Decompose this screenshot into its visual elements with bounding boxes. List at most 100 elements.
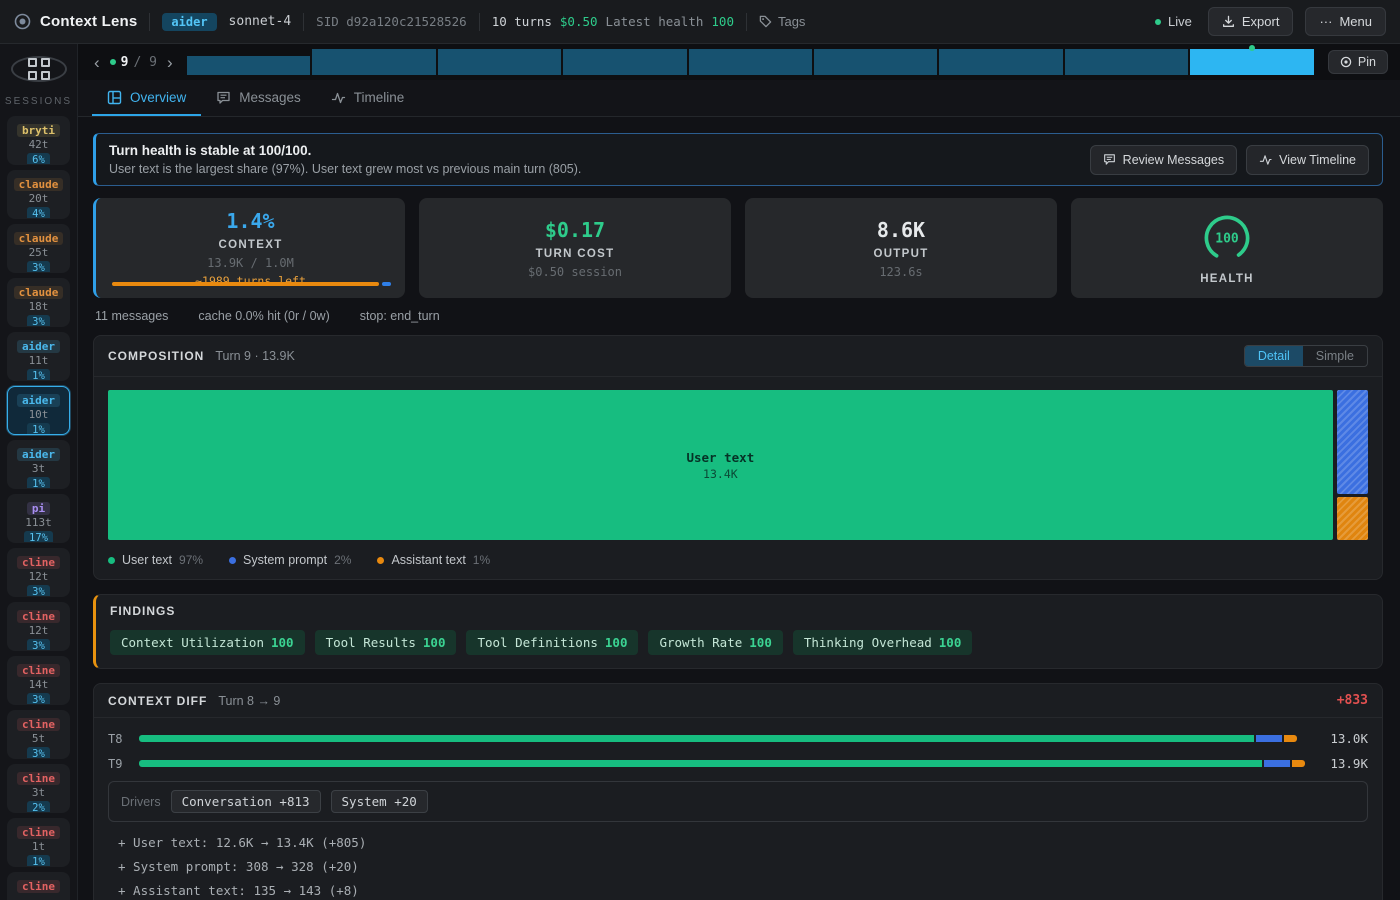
export-button[interactable]: Export: [1208, 7, 1294, 36]
session-cost-detail: $0.50 session: [528, 265, 622, 279]
divider: [303, 13, 304, 31]
diff-bar-t9: [139, 760, 1305, 767]
turn-segment[interactable]: [939, 49, 1062, 75]
turn-count: 10 turns: [492, 14, 552, 29]
session-turn-count: 12t: [8, 570, 69, 583]
session-turn-count: 10t: [8, 408, 69, 421]
live-label: Live: [1168, 14, 1192, 29]
turn-segment[interactable]: [187, 56, 310, 75]
diff-row-t8: T8 13.0K: [108, 731, 1368, 746]
pin-button[interactable]: Pin: [1328, 50, 1388, 74]
diff-seg-system: [1256, 735, 1283, 742]
legend-dot-icon: [377, 557, 384, 564]
composition-title: COMPOSITION: [108, 349, 204, 363]
tab-overview-label: Overview: [130, 90, 186, 105]
session-card[interactable]: pi 113t 17%: [7, 494, 70, 543]
session-card[interactable]: cline 14t 3%: [7, 656, 70, 705]
sessions-grid-icon[interactable]: [11, 56, 67, 82]
stat-cards: 1.4% CONTEXT 13.9K / 1.0M ~1989 turns le…: [93, 198, 1383, 298]
view-timeline-button[interactable]: View Timeline: [1246, 145, 1369, 175]
download-icon: [1222, 15, 1235, 28]
treemap-assistant-text-cell[interactable]: [1337, 497, 1368, 541]
context-pct-value: 1.4%: [226, 209, 274, 233]
composition-subtitle: Turn 9 · 13.9K: [215, 349, 294, 363]
finding-score: 100: [605, 635, 628, 650]
tab-overview[interactable]: Overview: [92, 80, 201, 116]
composition-legend: User text 97% System prompt 2%: [108, 553, 1368, 567]
latest-health-value: 100: [711, 14, 734, 29]
agent-badge: aider: [162, 13, 216, 31]
session-card[interactable]: aider 3t 1%: [7, 440, 70, 489]
turn-segment[interactable]: [438, 49, 561, 75]
finding-badge[interactable]: Growth Rate100: [648, 630, 782, 655]
diff-row-label: T8: [108, 732, 128, 746]
treemap-cell-value: 13.4K: [703, 467, 738, 481]
context-diff-panel: CONTEXT DIFF Turn 8 → 9 +833 T8: [93, 683, 1383, 900]
session-card[interactable]: aider 11t 1%: [7, 332, 70, 381]
session-card[interactable]: cline 5t 3%: [7, 710, 70, 759]
divider: [479, 13, 480, 31]
output-duration: 123.6s: [879, 265, 922, 279]
findings-title: FINDINGS: [110, 604, 175, 618]
tab-messages[interactable]: Messages: [201, 80, 316, 116]
session-card[interactable]: claude 18t 3%: [7, 278, 70, 327]
review-messages-button[interactable]: Review Messages: [1090, 145, 1237, 175]
context-label: CONTEXT: [218, 239, 282, 251]
turn-strip: [187, 49, 1314, 75]
session-card[interactable]: claude 20t 4%: [7, 170, 70, 219]
driver-chip[interactable]: Conversation +813: [171, 790, 321, 813]
ellipsis-icon: ···: [1319, 14, 1332, 29]
session-agent-name: cline: [17, 772, 60, 785]
timeline-icon: [331, 90, 346, 105]
session-pct-badge: 1%: [27, 423, 50, 435]
session-pct-badge: 17%: [24, 531, 53, 543]
session-card[interactable]: cline 3t 2%: [7, 764, 70, 813]
toggle-detail[interactable]: Detail: [1245, 346, 1303, 366]
legend-pct: 2%: [334, 553, 351, 567]
treemap-system-prompt-cell[interactable]: [1337, 390, 1368, 494]
turn-segment[interactable]: [1065, 49, 1188, 75]
turn-segment[interactable]: [689, 49, 812, 75]
app-title: Context Lens: [40, 13, 137, 30]
turn-cost-value: $0.17: [545, 218, 605, 242]
finding-badge[interactable]: Context Utilization100: [110, 630, 305, 655]
tag-icon: [759, 15, 772, 28]
context-diff-subtitle: Turn 8 → 9: [218, 694, 280, 708]
session-card[interactable]: cline: [7, 872, 70, 900]
session-card[interactable]: cline 12t 3%: [7, 602, 70, 651]
next-turn-button[interactable]: ›: [163, 54, 177, 71]
app-header: Context Lens aider sonnet-4 SID d92a120c…: [0, 0, 1400, 44]
session-card[interactable]: aider 10t 1%: [7, 386, 70, 435]
finding-badge[interactable]: Thinking Overhead100: [793, 630, 973, 655]
toggle-simple[interactable]: Simple: [1303, 346, 1367, 366]
prev-turn-button[interactable]: ‹: [90, 54, 104, 71]
driver-chip[interactable]: System +20: [331, 790, 428, 813]
session-turn-count: 42t: [8, 138, 69, 151]
session-pct-badge: 1%: [27, 855, 50, 867]
session-pct-badge: 3%: [27, 315, 50, 327]
health-stat-card: 100 HEALTH: [1071, 198, 1383, 298]
session-card[interactable]: claude 25t 3%: [7, 224, 70, 273]
menu-button[interactable]: ··· Menu: [1305, 7, 1386, 36]
session-card[interactable]: cline 1t 1%: [7, 818, 70, 867]
session-turn-count: 11t: [8, 354, 69, 367]
tab-timeline[interactable]: Timeline: [316, 80, 420, 116]
finding-badge[interactable]: Tool Definitions100: [466, 630, 638, 655]
legend-label: Assistant text: [391, 553, 465, 567]
session-pct-badge: 1%: [27, 369, 50, 381]
session-card[interactable]: bryti 42t 6%: [7, 116, 70, 165]
turn-segment[interactable]: [814, 49, 937, 75]
health-gauge: 100: [1201, 212, 1253, 264]
turn-segment[interactable]: [563, 49, 686, 75]
turn-segment[interactable]: [312, 49, 435, 75]
tags-control[interactable]: Tags: [759, 14, 805, 29]
turn-segment[interactable]: [1190, 49, 1313, 75]
finding-badge[interactable]: Tool Results100: [315, 630, 457, 655]
divider: [746, 13, 747, 31]
session-card[interactable]: cline 12t 3%: [7, 548, 70, 597]
turn-counter: 9 / 9: [110, 55, 157, 70]
finding-score: 100: [423, 635, 446, 650]
session-agent-name: aider: [17, 448, 60, 461]
treemap-user-text-cell[interactable]: User text 13.4K: [108, 390, 1333, 540]
app-logo-icon: [14, 13, 31, 30]
